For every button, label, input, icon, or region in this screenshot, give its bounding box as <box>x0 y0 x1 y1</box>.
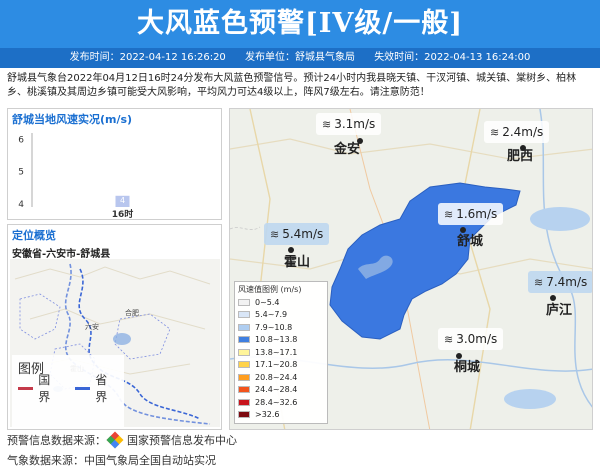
footer-weather-source: 气象数据来源：中国气象局全国自动站实况 <box>7 452 216 468</box>
expire-time: 失效时间：2022-04-13 16:24:00 <box>374 52 531 63</box>
speed-legend-row: 20.8~24.4 <box>238 371 324 384</box>
speed-legend-label: 10.8~13.8 <box>255 335 298 345</box>
page-title: 大风蓝色预警[IV级/一般] <box>0 0 600 48</box>
wind-icon: ≋ <box>490 125 500 139</box>
x-category-label: 16时 <box>112 208 134 219</box>
speed-legend-label: 17.1~20.8 <box>255 360 298 370</box>
warning-map[interactable]: ≋ 3.1m/s 金安 ≋ 2.4m/s 肥西 ≋ 5.4m/s 霍山 ≋ 1.… <box>229 108 593 430</box>
station-value: 1.6m/s <box>456 207 498 221</box>
speed-legend-swatch <box>238 348 250 356</box>
station-value: 7.4m/s <box>546 275 588 289</box>
speed-legend-label: 13.8~17.1 <box>255 347 298 357</box>
wind-icon: ≋ <box>270 227 280 241</box>
speed-legend-title: 风速值图例 (m/s) <box>238 285 302 294</box>
speed-legend-row: 7.9~10.8 <box>238 321 324 334</box>
mini-map-label-hefei: 合肥 <box>125 308 139 317</box>
speed-legend-label: 0~5.4 <box>255 297 280 307</box>
warning-source[interactable]: 国家预警信息发布中心 <box>127 432 237 448</box>
speed-legend-swatch <box>238 411 250 419</box>
speed-legend-row: 24.4~28.4 <box>238 384 324 397</box>
speed-legend-row: 13.8~17.1 <box>238 346 324 359</box>
y-tick-label: 6 <box>18 135 24 145</box>
wind-speed-chart: 4 5 6 4 16时 <box>18 133 134 219</box>
speed-legend-swatch <box>238 311 250 319</box>
speed-legend-row: >32.6 <box>238 409 324 422</box>
y-tick-label: 5 <box>18 168 24 178</box>
station-value: 3.0m/s <box>456 332 498 346</box>
publish-time: 发布时间：2022-04-12 16:26:20 <box>69 52 226 63</box>
speed-legend-label: 20.8~24.4 <box>255 372 298 382</box>
speed-legend-label: >32.6 <box>255 410 280 420</box>
wind-icon: ≋ <box>322 117 332 131</box>
station-tongcheng[interactable]: ≋ 3.0m/s <box>438 328 504 350</box>
y-tick-label: 4 <box>18 200 24 210</box>
warning-description: 舒城县气象台2022年04月12日16时24分发布大风蓝色预警信号。预计24小时… <box>7 73 577 98</box>
station-jinan[interactable]: ≋ 3.1m/s <box>316 113 382 135</box>
legend-county-label: 国界 <box>38 373 51 404</box>
station-value: 3.1m/s <box>334 117 376 131</box>
location-path: 安徽省-六安市-舒城县 <box>12 249 111 260</box>
mini-map-label-luan: 六安 <box>85 322 99 331</box>
speed-legend-row: 17.1~20.8 <box>238 359 324 372</box>
legend-province-label: 省界 <box>95 373 108 404</box>
weather-source: 气象数据来源：中国气象局全国自动站实况 <box>7 454 216 467</box>
speed-legend-rows: 0~5.4 5.4~7.9 7.9~10.8 10.8~13.8 13.8~17.1 17… <box>238 296 324 421</box>
county-line-swatch <box>18 386 34 390</box>
station-value: 2.4m/s <box>502 125 544 139</box>
station-lujiang[interactable]: ≋ 7.4m/s <box>528 271 592 293</box>
speed-legend-row: 5.4~7.9 <box>238 309 324 322</box>
speed-legend-row: 0~5.4 <box>238 296 324 309</box>
city-huoshan: 霍山 <box>284 255 311 270</box>
publisher: 发布单位：舒城县气象局 <box>245 52 355 63</box>
city-feixi: 肥西 <box>507 149 534 164</box>
speed-legend-swatch <box>238 336 250 344</box>
location-title: 定位概览 <box>12 229 56 242</box>
city-shucheng: 舒城 <box>457 234 484 249</box>
speed-legend-label: 5.4~7.9 <box>255 310 288 320</box>
speed-legend: 风速值图例 (m/s) 0~5.4 5.4~7.9 7.9~10.8 10.8~13.… <box>234 281 328 424</box>
wind-icon: ≋ <box>444 207 454 221</box>
speed-legend-label: 28.4~32.6 <box>255 397 298 407</box>
city-tongcheng: 桐城 <box>454 360 481 375</box>
station-huoshan[interactable]: ≋ 5.4m/s <box>264 223 330 245</box>
speed-legend-label: 24.4~28.4 <box>255 385 298 395</box>
speed-legend-swatch <box>238 398 250 406</box>
province-line-swatch <box>75 386 91 390</box>
warning-source-label: 预警信息数据来源： <box>7 434 106 447</box>
footer-warning-source: 预警信息数据来源： 国家预警信息发布中心 <box>7 431 237 449</box>
speed-legend-label: 7.9~10.8 <box>255 322 293 332</box>
city-lujiang: 庐江 <box>546 303 573 318</box>
speed-legend-row: 28.4~32.6 <box>238 396 324 409</box>
city-jinan: 金安 <box>334 142 361 157</box>
bar-data-label: 4 <box>120 196 125 205</box>
speed-legend-row: 10.8~13.8 <box>238 334 324 347</box>
warning-page: 大风蓝色预警[IV级/一般] 发布时间：2022-04-12 16:26:20 … <box>0 0 600 471</box>
nmc-logo-icon <box>106 431 124 449</box>
location-panel: 定位概览 安徽省-六安市-舒城县 合肥 六安 霍山 图例 国界 <box>7 224 222 430</box>
speed-legend-swatch <box>238 323 250 331</box>
wind-panel-title: 舒城当地风速实况(m/s) <box>12 113 133 126</box>
wind-speed-panel: 舒城当地风速实况(m/s) 4 5 6 4 16时 <box>7 108 222 220</box>
station-value: 5.4m/s <box>282 227 324 241</box>
speed-legend-swatch <box>238 361 250 369</box>
speed-legend-swatch <box>238 386 250 394</box>
speed-legend-swatch <box>238 298 250 306</box>
wind-icon: ≋ <box>534 275 544 289</box>
location-legend: 图例 国界 省界 <box>12 355 124 429</box>
speed-legend-swatch <box>238 373 250 381</box>
wind-icon: ≋ <box>444 332 454 346</box>
station-shucheng[interactable]: ≋ 1.6m/s <box>438 203 504 225</box>
meta-bar: 发布时间：2022-04-12 16:26:20 发布单位：舒城县气象局 失效时… <box>0 48 600 68</box>
station-feixi[interactable]: ≋ 2.4m/s <box>484 121 550 143</box>
legend-row-boundary: 国界 省界 <box>18 373 118 404</box>
